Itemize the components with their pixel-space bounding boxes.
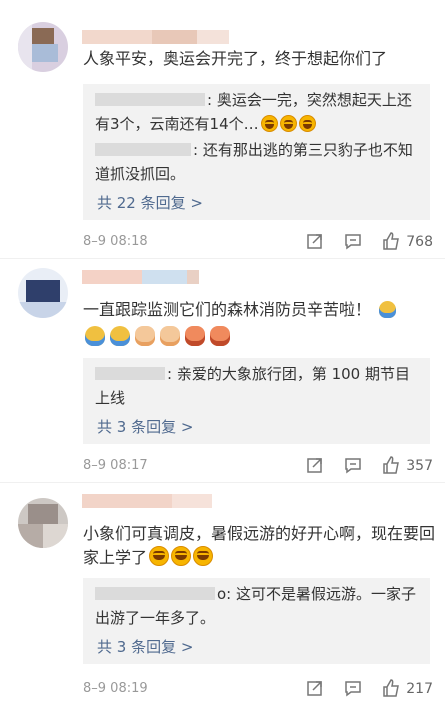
clap-emoji (160, 326, 180, 346)
reply-box[interactable]: o: 这可不是暑假远游。一家子出游了一年多了。 共 3 条回复 > (83, 578, 430, 664)
share-icon[interactable] (305, 678, 325, 698)
comment-text: 小象们可真调皮，暑假远游的好开心啊，现在要回家上学了 (83, 524, 436, 567)
comment-meta: 8–9 08:19 217 (83, 678, 433, 700)
avatar[interactable] (18, 22, 68, 72)
emoji-row (83, 326, 233, 348)
reply-username-blurred (95, 587, 215, 600)
reply-item[interactable]: : 还有那出逃的第三只豹子也不知道抓没抓回。 (95, 138, 420, 186)
reply-box[interactable]: : 亲爱的大象旅行团，第 100 期节目上线 共 3 条回复 > (83, 358, 430, 444)
more-replies-link[interactable]: 共 3 条回复 > (97, 636, 193, 657)
reply-item[interactable]: o: 这可不是暑假远游。一家子出游了一年多了。 (95, 582, 420, 630)
bow-emoji (210, 326, 230, 346)
more-replies-link[interactable]: 共 3 条回复 > (97, 416, 193, 437)
laugh-emoji (260, 115, 278, 132)
worker-emoji (110, 326, 130, 346)
reply-username-blurred (95, 93, 205, 106)
divider (0, 482, 445, 483)
laugh-emoji (171, 546, 192, 566)
laugh-emoji (279, 115, 297, 132)
laugh-emoji (149, 546, 170, 566)
thumb-up-icon[interactable] (381, 455, 401, 475)
share-icon[interactable] (305, 231, 325, 251)
comment-icon[interactable] (343, 455, 363, 475)
reply-item[interactable]: : 奥运会一完，突然想起天上还有3个，云南还有14个… (95, 88, 420, 136)
comment-item: 小象们可真调皮，暑假远游的好开心啊，现在要回家上学了 o: 这可不是暑假远游。一… (0, 484, 445, 708)
worker-emoji (85, 326, 105, 346)
comment-time: 8–9 08:18 (83, 234, 148, 249)
comment-icon[interactable] (343, 678, 363, 698)
laugh-emoji (193, 546, 214, 566)
like-count: 357 (406, 458, 433, 474)
comment-time: 8–9 08:17 (83, 458, 148, 473)
clap-emoji (135, 326, 155, 346)
laugh-emoji (298, 115, 316, 132)
comment-time: 8–9 08:19 (83, 681, 148, 696)
reply-item[interactable]: : 亲爱的大象旅行团，第 100 期节目上线 (95, 362, 420, 410)
reply-username-blurred (95, 143, 191, 156)
thumb-up-icon[interactable] (381, 231, 401, 251)
worker-emoji (379, 301, 397, 318)
divider (0, 258, 445, 259)
reply-username-blurred (95, 367, 165, 380)
comment-item: 人象平安，奥运会开完了，终于想起你们了 : 奥运会一完，突然想起天上还有3个，云… (0, 0, 445, 260)
reply-box[interactable]: : 奥运会一完，突然想起天上还有3个，云南还有14个… : 还有那出逃的第三只豹… (83, 84, 430, 220)
comment-text: 一直跟踪监测它们的森林消防员辛苦啦！ (83, 298, 435, 322)
like-count: 217 (406, 681, 433, 697)
avatar[interactable] (18, 268, 68, 318)
share-icon[interactable] (305, 455, 325, 475)
comment-item: 一直跟踪监测它们的森林消防员辛苦啦！ : 亲爱的大象旅行团，第 100 期节目上… (0, 260, 445, 485)
thumb-up-icon[interactable] (381, 678, 401, 698)
like-count: 768 (406, 234, 433, 250)
comment-text: 人象平安，奥运会开完了，终于想起你们了 (83, 49, 388, 68)
comment-meta: 8–9 08:18 768 (83, 231, 433, 253)
avatar[interactable] (18, 498, 68, 548)
comment-meta: 8–9 08:17 357 (83, 455, 433, 477)
bow-emoji (185, 326, 205, 346)
more-replies-link[interactable]: 共 22 条回复 > (97, 192, 203, 213)
comment-icon[interactable] (343, 231, 363, 251)
